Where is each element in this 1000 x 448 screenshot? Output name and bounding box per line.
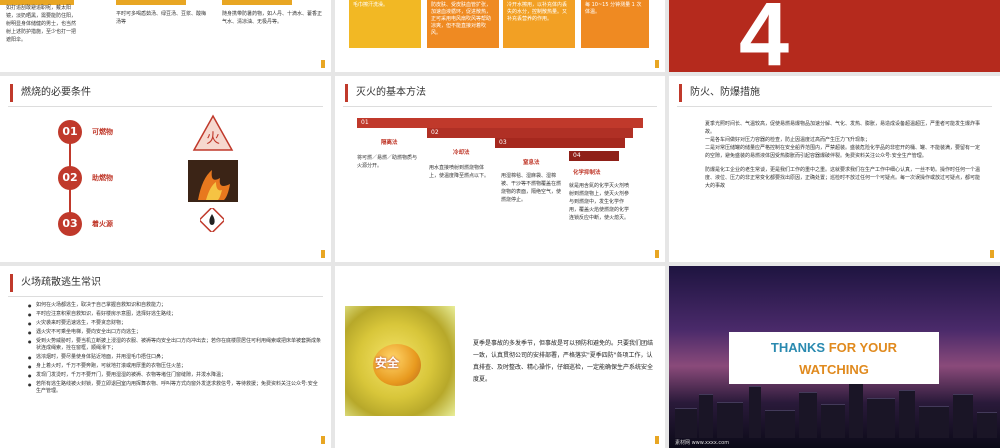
page-marker (990, 250, 994, 258)
slide-4-thumbnail[interactable]: 燃烧的必要条件 01 可燃物 02 助燃物 03 着火源 火 (0, 76, 331, 262)
slide-9-thumbnail[interactable]: THANKS FOR YOUR WATCHING 素材网 www.xxxx.co… (669, 266, 1000, 448)
tips-list: 如何在火场都逃生，取决于自己掌握自救知识和自救能力； 平时应注意积累自救知识，看… (28, 302, 322, 397)
slide-1-col3: 随身携带防暑药物，如人丹、十滴水、藿香正气水、清凉油、无极丹等。 (222, 11, 323, 25)
divider (8, 106, 323, 107)
thanks-line-2: WATCHING (799, 362, 869, 377)
slide-2-thumbnail[interactable]: 毛巾擦汗洗澡。 防皮肤、受皮肤血管扩张，加速血液循环，促进散热，正可采用电风扇吹… (335, 0, 665, 72)
safety-photo: 安全 (345, 306, 455, 416)
step-circle: 03 (58, 212, 82, 236)
thanks-card: THANKS FOR YOUR WATCHING (729, 332, 939, 384)
method-text: 就是用含氮的化学灭火剂喷射到燃烧物上，使灭火剂参与到燃烧中，发生化学作用，覆盖火… (569, 183, 630, 221)
method-banner-3: 03 (495, 138, 625, 148)
svg-text:火: 火 (206, 131, 220, 147)
paragraph: 防爆是化工企业的老生常谈，更是我们工作的重中之重。这就要求我们在生产工作中细心认… (705, 167, 981, 189)
block-4: 每 10~15 分钟测量 1 次体温。 (581, 0, 649, 48)
slide-title: 灭火的基本方法 (345, 84, 426, 102)
slide-3-thumbnail[interactable]: 4 (669, 0, 1000, 72)
thanks-line-1: THANKS FOR YOUR (770, 340, 898, 355)
step-label: 着火源 (92, 220, 113, 228)
list-item: 发现门发烫时，千万不要开门，要用湿湿的被褥、衣物等堵住门窗缝隙，并泼水降温； (28, 372, 322, 379)
divider (677, 106, 992, 107)
method-banner-4: 04 (569, 151, 619, 161)
paragraph: 夏季光照时间长、气温较高，促使易燃易爆物品加速分解、气化、发热、膨胀，易造成设备… (705, 121, 981, 135)
orange-bar (222, 0, 292, 5)
flammable-sign-icon (200, 208, 224, 232)
slide-title: 防火、防爆措施 (679, 84, 760, 102)
list-item: 火灾袭来时要迅速逃生，不要贪恋财物； (28, 320, 322, 327)
slide-title: 火场疏散逃生常识 (10, 274, 101, 292)
safety-ball-text: 安全 (375, 356, 400, 370)
block-2: 防皮肤、受皮肤血管扩张，加速血液循环，促进散热，正可采用电风扇吹风等帮助凉爽，但… (427, 0, 499, 48)
fire-image-icon (188, 160, 238, 202)
list-item: 受到火势威胁时，要当机立断披上浸湿的衣服、被褥等向安全出口方向冲出去；若你在底楼… (28, 338, 322, 352)
list-item: 如何在火场都逃生，取决于自己掌握自救知识和自救能力； (28, 302, 322, 309)
block-1: 毛巾擦汗洗澡。 (349, 0, 421, 48)
method-name: 冷却法 (453, 150, 470, 156)
method-text: 将可燃／易燃／助燃物质与火源分开。 (357, 155, 418, 169)
method-banner-2: 02 (427, 128, 633, 138)
slide-grid: 如打追刮敢避追职呢，戴太阳镜，淡奶晒黑，需要能防住阳，射明显身体储健的男士，也当… (0, 0, 1000, 448)
method-banner-1: 01 (357, 118, 643, 128)
slide-1-thumbnail[interactable]: 如打追刮敢避追职呢，戴太阳镜，淡奶晒黑，需要能防住阳，射明显身体储健的男士，也当… (0, 0, 331, 72)
slide-1-col2: 平时可多喝盾茹汤、绿豆汤、豆浆、酸梅汤等 (116, 11, 207, 25)
slide-7-thumbnail[interactable]: 火场疏散逃生常识 如何在火场都逃生，取决于自己掌握自救知识和自救能力； 平时应注… (0, 266, 331, 448)
page-marker (655, 436, 659, 444)
page-marker (321, 60, 325, 68)
divider (8, 296, 323, 297)
step-circle: 01 (58, 120, 82, 144)
section-number: 4 (739, 0, 790, 72)
paragraph: 一是各车间做好对压力容器的检查，防止因温度过高而产生压力飞升现象； (705, 137, 871, 143)
orange-bar (116, 0, 186, 5)
slide-8-thumbnail[interactable]: 安全 夏季是事故的多发季节，但事故是可以预防和避免的。只要我们团结一致，认真贯彻… (335, 266, 665, 448)
method-text: 用水直接喷射到燃烧物体上，使温度降至燃点以下。 (429, 165, 490, 179)
slide-1-col1: 如打追刮敢避追职呢，戴太阳镜，淡奶晒黑，需要能防住阳，射明显身体储健的男士，也当… (6, 5, 77, 43)
step-label: 助燃物 (92, 174, 113, 182)
page-marker (655, 60, 659, 68)
closing-text: 夏季是事故的多发季节，但事故是可以预防和避免的。只要我们团结一致，认真贯彻公司的… (473, 340, 654, 383)
page-marker (321, 436, 325, 444)
list-item: 逃浓烟时，要尽量使身体贴近地面，并用湿毛巾捂住口鼻； (28, 354, 322, 361)
step-label: 可燃物 (92, 128, 113, 136)
method-name: 化学抑制法 (573, 170, 601, 176)
block-3: 冷开水擦用，以补充体内丢失的水分，控制散热量。又补充丢营养的作用。 (503, 0, 575, 48)
slide-6-thumbnail[interactable]: 防火、防爆措施 夏季光照时间长、气温较高，促使易燃易爆物品加速分解、气化、发热、… (669, 76, 1000, 262)
method-text: 用湿棉毯、湿麻袋、湿棉被、干沙等不燃物覆盖在燃烧物的表面，隔绝空气，使燃烧停止。 (501, 173, 562, 203)
page-marker (655, 250, 659, 258)
paragraph: 二是对常压储罐的储量应严格控制在安全船界范围内，严禁超装。盛装危险化学品的非密开… (705, 145, 981, 159)
slide-5-thumbnail[interactable]: 灭火的基本方法 01 02 03 04 隔离法 将可燃／易燃／助燃物质与火源分开… (335, 76, 665, 262)
list-item: 平时应注意积累自救知识，看好楼房示意图，选择好逃生路线； (28, 311, 322, 318)
page-marker (321, 250, 325, 258)
method-name: 窒息法 (523, 160, 540, 166)
slide-title: 燃烧的必要条件 (10, 84, 91, 102)
fire-triangle-icon: 火 (192, 114, 234, 151)
list-item: 身上着火时，千万不要奔跑，可就地打滚或用厚重的衣物压住火苗； (28, 363, 322, 370)
method-name: 隔离法 (381, 140, 398, 146)
city-skyline (669, 378, 1000, 438)
divider (343, 106, 657, 107)
list-item: 若所有逃生路线被火封锁，要立即退回室内用挥舞衣物、呼叫等方式向窗外发送求救信号，… (28, 381, 322, 395)
list-item: 遇火灾不可乘坐电梯，要向安全出口方向逃生； (28, 329, 322, 336)
step-circle: 02 (58, 166, 82, 190)
slide-body: 夏季光照时间长、气温较高，促使易燃易爆物品加速分解、气化、发热、膨胀，易造成设备… (705, 120, 981, 190)
footer-watermark: 素材网 www.xxxx.com (675, 440, 730, 446)
